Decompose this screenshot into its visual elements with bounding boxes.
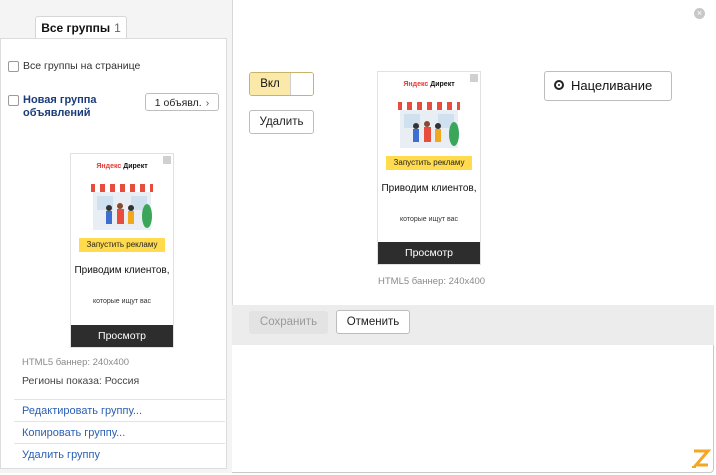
logo-brand: Яндекс (403, 81, 429, 88)
banner-logo: Яндекс Директ (378, 81, 480, 88)
cta-label: Запустить рекламу (386, 156, 472, 170)
banner-subtext: которые ищут вас (92, 298, 152, 305)
storefront-illustration (398, 102, 460, 148)
banner-preview-large: Яндекс Директ Запустить рекламу Приводим… (377, 71, 481, 265)
save-button[interactable]: Сохранить (249, 311, 328, 334)
banner-caption: HTML5 баннер: 240x400 (378, 276, 486, 287)
group-checkbox[interactable] (8, 95, 19, 106)
cancel-button[interactable]: Отменить (336, 310, 410, 334)
banner-view-button[interactable]: Просмотр (378, 242, 480, 264)
logo-product: Директ (123, 163, 148, 170)
select-all-checkbox[interactable] (8, 61, 19, 72)
toggle-label: Вкл (250, 73, 290, 95)
select-all-label: Все группы на странице (23, 60, 141, 72)
delete-group-link[interactable]: Удалить группу (14, 443, 225, 465)
banner-preview-small: Яндекс Директ Запустить рекламу Приводим… (70, 153, 174, 348)
ads-count-button[interactable]: 1 объявл. › (145, 93, 219, 111)
storefront-illustration (91, 184, 153, 230)
banner-caption: HTML5 баннер: 240x400 (22, 357, 130, 368)
toggle-knob (290, 73, 313, 95)
banner-logo: Яндекс Директ (71, 163, 173, 170)
status-toggle[interactable]: Вкл (249, 72, 314, 96)
tab-label: Все группы (41, 21, 111, 35)
tab-count: 1 (114, 21, 121, 35)
copy-group-link[interactable]: Копировать группу... (14, 421, 225, 443)
banner-headline: Приводим клиентов, (74, 265, 170, 276)
brand-z-icon (692, 449, 712, 468)
targeting-button[interactable]: Нацеливание (544, 71, 672, 101)
ads-count-label: 1 объявл. (154, 97, 202, 109)
logo-product: Директ (430, 81, 455, 88)
close-icon[interactable]: × (694, 8, 705, 19)
targeting-label: Нацеливание (571, 78, 653, 93)
target-icon (554, 80, 564, 90)
delete-ad-button[interactable]: Удалить (249, 110, 314, 134)
edit-group-link[interactable]: Редактировать группу... (14, 399, 225, 421)
banner-subtext: которые ищут вас (399, 216, 459, 223)
logo-brand: Яндекс (96, 163, 122, 170)
group-name-link[interactable]: Новая группа объявлений (23, 94, 123, 120)
chevron-right-icon: › (205, 97, 210, 109)
cta-label: Запустить рекламу (79, 238, 165, 252)
regions-text: Регионы показа: Россия (22, 375, 140, 387)
tab-all-groups[interactable]: Все группы 1 (35, 16, 127, 39)
banner-view-button[interactable]: Просмотр (71, 325, 173, 347)
banner-headline: Приводим клиентов, (381, 183, 477, 194)
